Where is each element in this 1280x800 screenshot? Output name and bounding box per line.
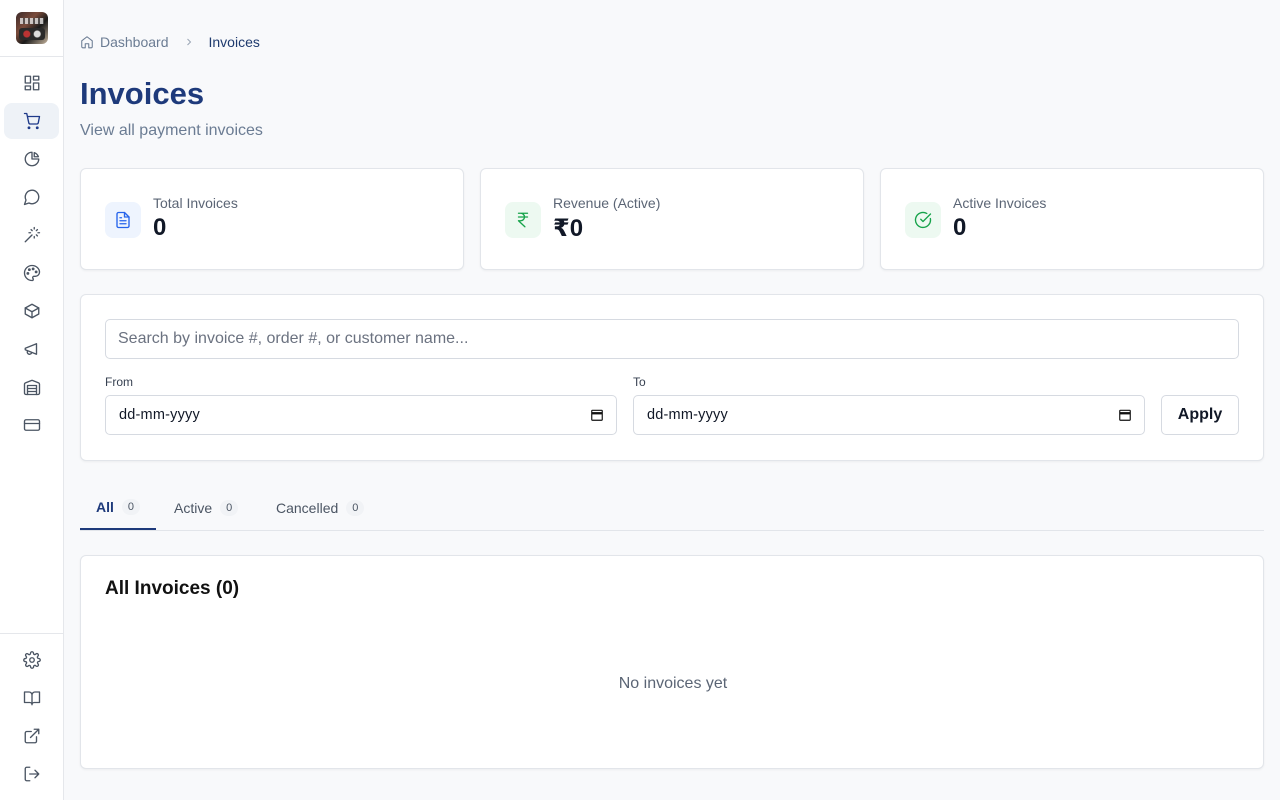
nav-orders[interactable] [4, 103, 59, 139]
invoice-list-card: All Invoices (0) No invoices yet [80, 555, 1264, 769]
nav-messages[interactable] [4, 179, 59, 215]
palette-icon [23, 264, 40, 282]
empty-state-text: No invoices yet [618, 675, 728, 692]
chevron-right-icon [177, 36, 201, 48]
tab-label: Cancelled [276, 500, 339, 516]
invoice-tabs: All 0 Active 0 Cancelled 0 [80, 486, 1264, 531]
breadcrumb-current: Invoices [208, 34, 260, 50]
nav-settings[interactable] [4, 642, 59, 678]
stat-card-active-invoices: Active Invoices 0 [880, 168, 1264, 270]
nav-dashboard[interactable] [4, 65, 59, 101]
page-title: Invoices [80, 76, 205, 111]
sidebar-divider-bottom [0, 633, 63, 634]
tab-cancelled[interactable]: Cancelled 0 [260, 486, 380, 530]
package-box-icon [24, 303, 39, 319]
stat-card-total-invoices: Total Invoices 0 [80, 168, 464, 270]
tab-active[interactable]: Active 0 [158, 486, 254, 530]
stat-value: 0 [153, 214, 167, 241]
stat-value: ₹0 [553, 215, 584, 242]
stat-label: Revenue (Active) [553, 195, 661, 211]
stat-icon-wrap [905, 202, 941, 238]
nav-magic[interactable] [4, 217, 59, 253]
nav-warehouse[interactable] [4, 369, 59, 405]
pie-chart-icon [24, 151, 39, 167]
stat-icon-wrap [105, 202, 141, 238]
warehouse-icon [23, 379, 40, 396]
from-label: From [105, 375, 133, 389]
nav-themes[interactable] [4, 255, 59, 291]
dashboard-grid-icon [24, 75, 39, 91]
tab-label: Active [174, 500, 213, 516]
shopping-cart-icon [23, 112, 40, 130]
to-date-value: dd-mm-yyyy [647, 407, 728, 423]
to-label: To [633, 375, 646, 389]
breadcrumb-home-link[interactable]: Dashboard [80, 34, 169, 50]
tab-label: All [96, 499, 114, 515]
calendar-icon[interactable] [590, 408, 604, 422]
apply-button[interactable]: Apply [1161, 395, 1239, 435]
rupee-icon [517, 212, 529, 228]
list-title: All Invoices (0) [105, 578, 240, 599]
home-icon [80, 35, 94, 49]
stat-icon-wrap [505, 202, 541, 238]
page-subtitle: View all payment invoices [80, 122, 263, 139]
from-date-field[interactable]: dd-mm-yyyy [105, 395, 617, 435]
to-date-field[interactable]: dd-mm-yyyy [633, 395, 1145, 435]
nav-products[interactable] [4, 293, 59, 329]
count-badge: 0 [220, 500, 239, 516]
nav-logout[interactable] [4, 756, 59, 792]
external-link-icon [24, 728, 39, 744]
filter-card: From dd-mm-yyyy To dd-mm-yyyy Apply [80, 294, 1264, 461]
nav-billing[interactable] [4, 407, 59, 443]
megaphone-icon [24, 343, 37, 355]
check-circle-icon [914, 211, 932, 229]
sidebar [0, 0, 64, 800]
book-open-icon [23, 691, 40, 706]
count-badge: 0 [121, 499, 140, 515]
credit-card-icon [23, 419, 40, 431]
file-text-icon [116, 211, 130, 229]
stat-label: Total Invoices [153, 195, 238, 211]
stat-value: 0 [953, 214, 967, 241]
stat-card-revenue: Revenue (Active) ₹0 [480, 168, 864, 270]
nav-visit-store[interactable] [4, 718, 59, 754]
nav-docs[interactable] [4, 680, 59, 716]
app-logo[interactable] [16, 12, 48, 44]
stat-label: Active Invoices [953, 195, 1047, 211]
search-input[interactable] [105, 319, 1239, 359]
breadcrumb: Dashboard Invoices [80, 33, 260, 51]
sidebar-divider [0, 56, 63, 57]
message-circle-icon [23, 189, 39, 206]
nav-marketing[interactable] [4, 331, 59, 367]
tab-all[interactable]: All 0 [80, 486, 156, 530]
breadcrumb-home-label: Dashboard [100, 34, 169, 50]
calendar-icon[interactable] [1118, 408, 1132, 422]
logout-icon [24, 766, 39, 782]
magic-wand-icon [24, 226, 40, 243]
from-date-value: dd-mm-yyyy [119, 407, 200, 423]
settings-gear-icon [22, 651, 41, 669]
count-badge: 0 [346, 500, 365, 516]
nav-analytics[interactable] [4, 141, 59, 177]
